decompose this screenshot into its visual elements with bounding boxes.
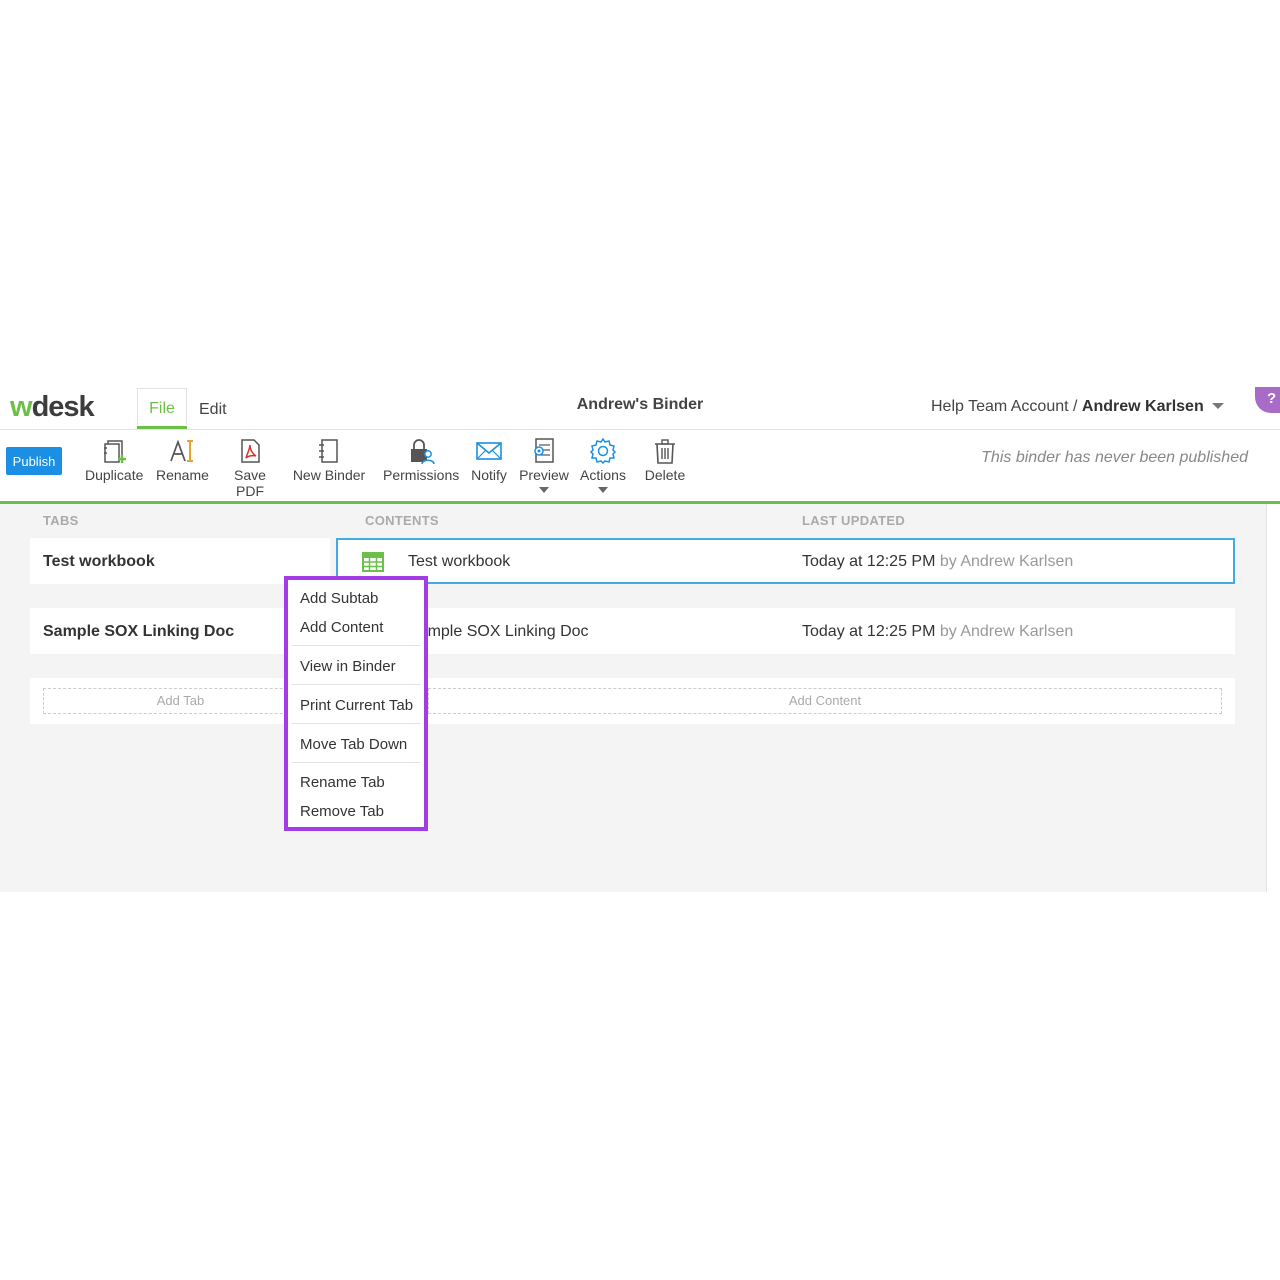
user-name: Andrew Karlsen: [1081, 398, 1204, 415]
menu-divider: [292, 645, 420, 646]
menu-item-view-in-binder[interactable]: View in Binder: [300, 658, 396, 675]
table-row: Test workbook Test workbook Today at 12:…: [30, 538, 1235, 584]
new-binder-button[interactable]: New Binder: [292, 437, 366, 483]
content-item-sample-sox[interactable]: Sample SOX Linking Doc Today at 12:25 PM…: [336, 608, 1235, 654]
account-menu[interactable]: Help Team Account / Andrew Karlsen: [931, 398, 1224, 416]
lock-user-icon: [411, 439, 435, 465]
duplicate-button[interactable]: Duplicate: [85, 437, 143, 483]
preview-button[interactable]: Preview: [519, 437, 569, 493]
gear-icon: [589, 437, 617, 465]
rename-label: Rename: [156, 467, 209, 483]
menu-divider: [292, 723, 420, 724]
permissions-label: Permissions: [383, 467, 460, 483]
content-name: Sample SOX Linking Doc: [408, 623, 589, 640]
help-button[interactable]: ?: [1255, 387, 1280, 413]
updated-by: by Andrew Karlsen: [939, 623, 1074, 640]
notify-button[interactable]: Notify: [470, 437, 508, 483]
preview-icon: [534, 438, 554, 463]
help-icon: ?: [1267, 390, 1277, 407]
column-header-last-updated: LAST UPDATED: [802, 513, 906, 528]
publish-status: This binder has never been published: [981, 449, 1248, 466]
binder-icon: [319, 439, 338, 463]
top-header: wdesk File Edit Andrew's Binder Help Tea…: [0, 385, 1280, 430]
menu-item-move-tab-down[interactable]: Move Tab Down: [300, 736, 407, 753]
tab-label: Sample SOX Linking Doc: [43, 623, 235, 640]
publish-button[interactable]: Publish: [6, 447, 62, 475]
binder-content: TABS CONTENTS LAST UPDATED Test workbook…: [0, 504, 1266, 892]
account-name: Help Team Account /: [931, 398, 1082, 415]
menu-item-remove-tab[interactable]: Remove Tab: [300, 803, 384, 820]
delete-label: Delete: [644, 467, 686, 483]
last-updated: Today at 12:25 PM by Andrew Karlsen: [802, 623, 1073, 641]
tab-label: Test workbook: [43, 553, 155, 570]
tab-edit[interactable]: Edit: [199, 399, 227, 419]
menu-divider: [292, 762, 420, 763]
table-row: Sample SOX Linking Doc Sample SOX Linkin…: [30, 608, 1235, 654]
new-binder-label: New Binder: [292, 467, 366, 483]
actions-label: Actions: [580, 467, 626, 483]
duplicate-label: Duplicate: [85, 467, 144, 483]
duplicate-icon: [104, 440, 126, 463]
add-content-button[interactable]: Add Content: [428, 688, 1222, 714]
preview-label: Preview: [519, 467, 569, 483]
mail-icon: [476, 442, 502, 460]
app-window: wdesk File Edit Andrew's Binder Help Tea…: [0, 385, 1280, 892]
menu-item-add-content[interactable]: Add Content: [300, 619, 383, 636]
chevron-down-icon: [539, 487, 549, 493]
actions-button[interactable]: Actions: [579, 437, 627, 493]
save-pdf-button[interactable]: Save PDF: [219, 437, 281, 499]
tab-file[interactable]: File: [137, 388, 187, 429]
last-updated: Today at 12:25 PM by Andrew Karlsen: [802, 553, 1073, 571]
updated-time: Today at 12:25 PM: [802, 623, 936, 640]
toolbar: Publish Duplicate Rename Save PDF New Bi…: [0, 429, 1280, 504]
column-header-tabs: TABS: [43, 513, 79, 528]
add-row: Add Tab Add Content: [30, 678, 1235, 724]
tab-context-menu: Add Subtab Add Content View in Binder Pr…: [284, 576, 428, 831]
content-item-test-workbook[interactable]: Test workbook Today at 12:25 PM by Andre…: [336, 538, 1235, 584]
rename-button[interactable]: Rename: [156, 437, 209, 483]
menu-item-add-subtab[interactable]: Add Subtab: [300, 590, 378, 607]
menu-item-print-current-tab[interactable]: Print Current Tab: [300, 697, 413, 714]
chevron-down-icon: [598, 487, 608, 493]
updated-by: by Andrew Karlsen: [939, 553, 1074, 570]
binder-title: Andrew's Binder: [576, 396, 704, 413]
rename-icon: [170, 439, 193, 462]
pdf-icon: [241, 439, 260, 463]
chevron-down-icon: [1211, 403, 1224, 409]
scrollbar[interactable]: [1266, 504, 1280, 892]
column-header-contents: CONTENTS: [365, 513, 439, 528]
wdesk-logo[interactable]: wdesk: [10, 391, 95, 424]
menu-divider: [292, 684, 420, 685]
save-pdf-label: Save PDF: [234, 467, 266, 499]
delete-button[interactable]: Delete: [644, 437, 686, 483]
add-tab-button[interactable]: Add Tab: [43, 688, 318, 714]
spreadsheet-icon: [362, 552, 384, 572]
permissions-button[interactable]: Permissions: [383, 437, 459, 483]
updated-time: Today at 12:25 PM: [802, 553, 936, 570]
notify-label: Notify: [471, 467, 507, 483]
menu-item-rename-tab[interactable]: Rename Tab: [300, 774, 385, 791]
trash-icon: [655, 439, 675, 464]
content-name: Test workbook: [408, 553, 511, 570]
